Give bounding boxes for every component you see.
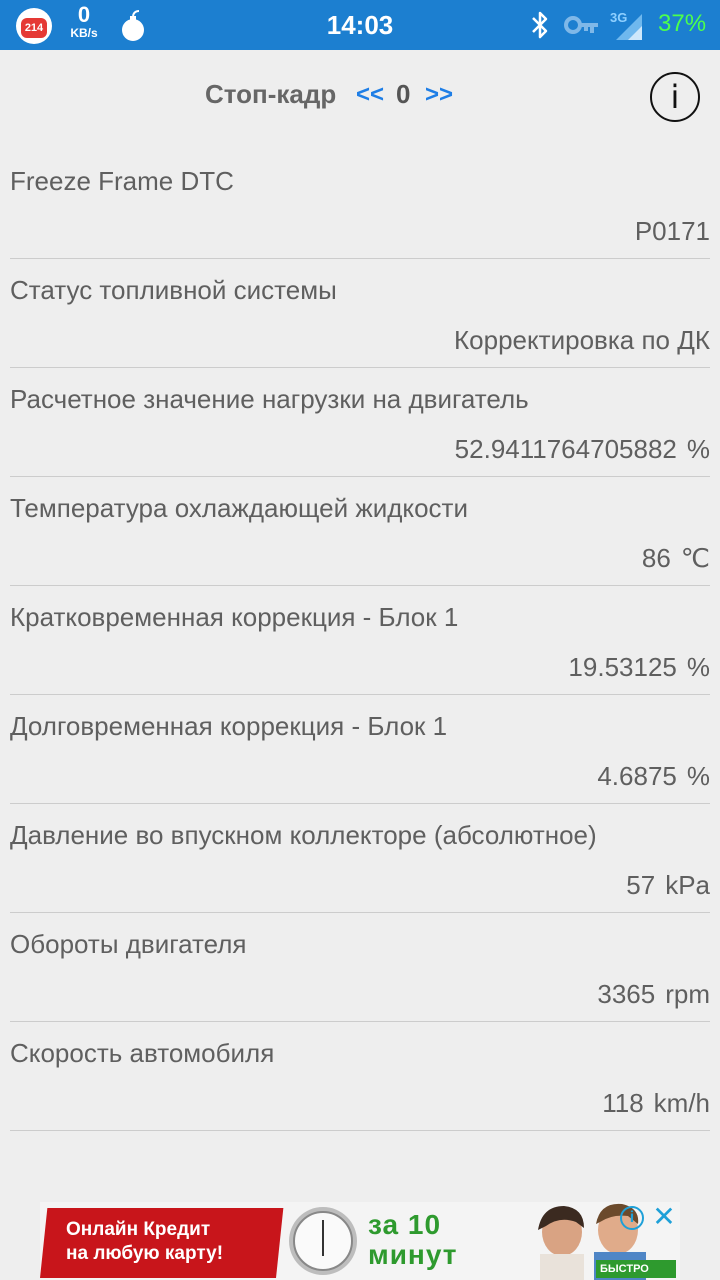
clock-icon <box>289 1207 357 1275</box>
info-button[interactable]: i <box>650 72 700 122</box>
ad-info-icon[interactable]: i <box>620 1206 644 1230</box>
row-value: 118 km/h <box>602 1088 710 1118</box>
battery-level: 37% <box>658 10 707 37</box>
row-label: Расчетное значение нагрузки на двигатель <box>10 384 529 414</box>
list-item: Обороты двигателя 3365 rpm <box>10 913 710 1022</box>
ad-promo: за 10 минут <box>368 1210 457 1270</box>
row-label: Статус топливной системы <box>10 275 337 305</box>
row-label: Freeze Frame DTC <box>10 166 234 196</box>
ad-brand: БЫСТРО ЗАЙМ <box>596 1260 676 1278</box>
row-label: Скорость автомобиля <box>10 1038 275 1068</box>
key-icon <box>564 16 598 34</box>
row-value: 52.9411764705882% <box>454 434 710 464</box>
list-item: Freeze Frame DTC P0171 <box>10 150 710 259</box>
row-value: Корректировка по ДК <box>454 325 710 355</box>
row-unit: % <box>686 652 710 682</box>
next-frame-button[interactable]: >> <box>425 81 453 109</box>
ad-headline: Онлайн Кредит на любую карту! <box>66 1218 223 1266</box>
ad-close-icon[interactable]: ✕ <box>650 1202 678 1232</box>
row-value: 4.6875% <box>597 761 710 791</box>
page-title: Стоп-кадр <box>205 79 337 109</box>
list-item: Температура охлаждающей жидкости 86 ℃ <box>10 477 710 586</box>
list-item: Скорость автомобиля 118 km/h <box>10 1022 710 1131</box>
row-label: Обороты двигателя <box>10 929 247 959</box>
row-unit: kPa <box>665 870 710 900</box>
signal-icon: 3G <box>608 10 646 42</box>
ad-za-line2: минут <box>368 1239 458 1270</box>
row-label: Долговременная коррекция - Блок 1 <box>10 711 448 741</box>
row-value: P0171 <box>634 216 710 246</box>
list-item: Расчетное значение нагрузки на двигатель… <box>10 368 710 477</box>
prev-frame-button[interactable]: << <box>356 81 384 109</box>
list-item: Долговременная коррекция - Блок 1 4.6875… <box>10 695 710 804</box>
row-value: 86 ℃ <box>641 543 710 573</box>
row-unit: % <box>686 434 710 464</box>
row-label: Кратковременная коррекция - Блок 1 <box>10 602 459 632</box>
list-item: Статус топливной системы Корректировка п… <box>10 259 710 368</box>
ad-line2: на любую карту! <box>66 1243 224 1264</box>
row-value: 57 kPa <box>626 870 710 900</box>
ad-line1: Онлайн Кредит <box>66 1219 211 1240</box>
row-value: 19.53125% <box>568 652 710 682</box>
row-unit: km/h <box>653 1088 710 1118</box>
row-unit: ℃ <box>680 543 710 573</box>
bluetooth-icon <box>532 11 548 39</box>
row-label: Давление во впускном коллекторе (абсолют… <box>10 820 597 850</box>
list-item: Кратковременная коррекция - Блок 1 19.53… <box>10 586 710 695</box>
row-value: 3365 rpm <box>597 979 710 1009</box>
ad-za-line1: за 10 <box>368 1209 442 1240</box>
frame-number: 0 <box>396 79 411 109</box>
status-bar: 214 0 KB/s 14:03 3G 37% <box>0 0 720 50</box>
row-unit: % <box>686 761 710 791</box>
list-item: Давление во впускном коллекторе (абсолют… <box>10 804 710 913</box>
ad-banner[interactable]: Онлайн Кредит на любую карту! за 10 мину… <box>40 1202 680 1280</box>
row-unit: rpm <box>665 979 710 1009</box>
freeze-frame-list: Freeze Frame DTC P0171 Статус топливной … <box>0 150 720 1131</box>
row-label: Температура охлаждающей жидкости <box>10 493 468 523</box>
header: Стоп-кадр << 0 >> i <box>0 50 720 146</box>
